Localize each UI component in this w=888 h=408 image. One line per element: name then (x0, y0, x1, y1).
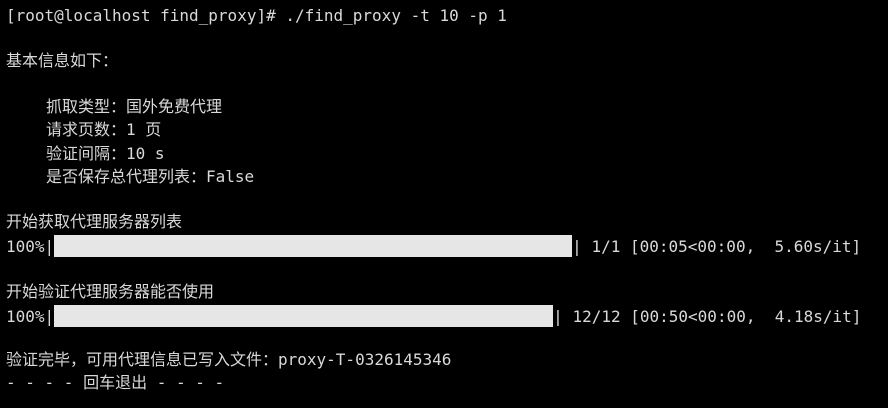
result-message: 验证完毕，可用代理信息已写入文件：proxy-T-0326145346 (6, 350, 452, 369)
task2-progress: 100%| | 12/12 [00:50<00:00, 4.18s/it] (6, 305, 861, 327)
task2-bar-edge: | (553, 306, 563, 326)
info-item-save-list: 是否保存总代理列表：False (46, 167, 255, 186)
task1-percent-label: 100%| (6, 236, 55, 256)
task2-percent-label: 100%| (6, 306, 55, 326)
exit-hint: - - - - 回车退出 - - - - (6, 373, 225, 392)
task1-bar-edge: | (572, 236, 582, 256)
task2-progress-stats: 12/12 [00:50<00:00, 4.18s/it] (562, 306, 862, 326)
command-line: [root@localhost find_proxy]# ./find_prox… (6, 6, 507, 25)
terminal-window[interactable]: [root@localhost find_proxy]# ./find_prox… (0, 0, 888, 408)
info-item-crawl-type: 抓取类型：国外免费代理 (46, 97, 223, 116)
info-header: 基本信息如下： (6, 51, 119, 70)
task1-progress-bar (54, 235, 573, 257)
task1-title: 开始获取代理服务器列表 (6, 212, 183, 231)
task1-progress: 100%| | 1/1 [00:05<00:00, 5.60s/it] (6, 235, 861, 257)
task1-progress-stats: 1/1 [00:05<00:00, 5.60s/it] (581, 236, 862, 256)
info-item-page-count: 请求页数：1 页 (46, 120, 162, 139)
task2-title: 开始验证代理服务器能否使用 (6, 282, 215, 301)
task2-progress-bar (54, 305, 554, 327)
info-item-interval: 验证间隔：10 s (46, 144, 165, 163)
